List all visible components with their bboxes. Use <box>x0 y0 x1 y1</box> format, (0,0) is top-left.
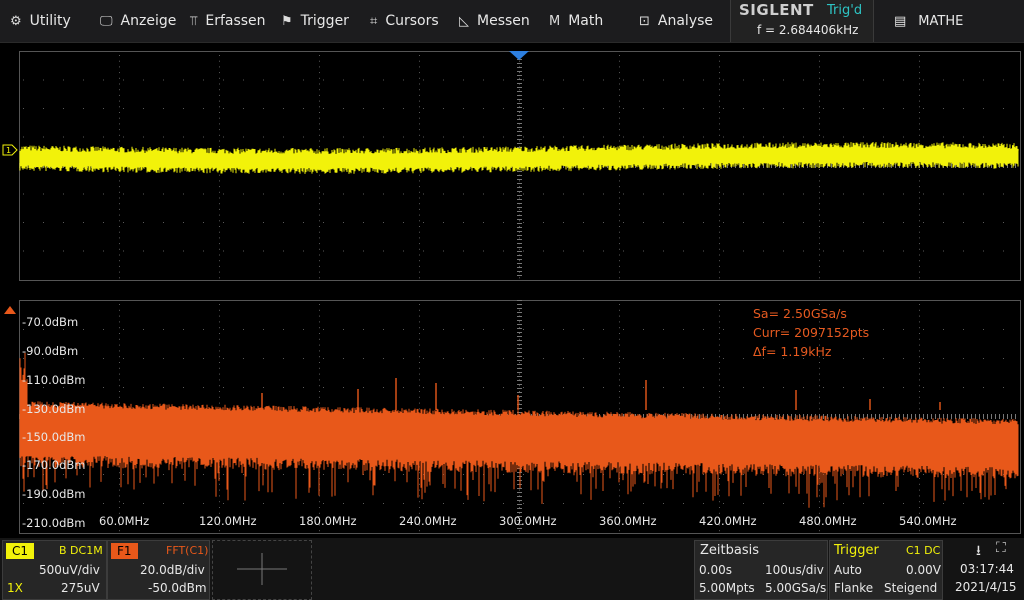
clock-date: 2021/4/15 <box>955 580 1017 594</box>
fft-db-label: -110.0dBm <box>22 373 86 387</box>
fft-freq-label: 300.0MHz <box>499 514 557 528</box>
fft-db-label: -170.0dBm <box>22 458 86 472</box>
timebase-memory-depth: 5.00Mpts <box>699 581 755 595</box>
fft-freq-label: 480.0MHz <box>799 514 857 528</box>
network-icon: ⛶ <box>996 540 1006 556</box>
timebase-sample-rate: 5.00GSa/s <box>765 581 827 595</box>
timebase-time-div: 100us/div <box>765 563 824 577</box>
trigger-title: Trigger <box>834 543 879 558</box>
f1-settings-panel[interactable]: F1 FFT(C1) 20.0dB/div -50.0dBm <box>107 540 210 600</box>
fft-freq-label: 60.0MHz <box>99 514 150 528</box>
ch1-offset: 275uV <box>61 581 100 595</box>
fft-freq-label: 420.0MHz <box>699 514 757 528</box>
fft-freq-label: 240.0MHz <box>399 514 457 528</box>
fft-db-label: -210.0dBm <box>22 516 86 530</box>
clock-time: 03:17:44 <box>960 562 1014 576</box>
trigger-slope: Steigend <box>884 581 938 595</box>
f1-source: FFT(C1) <box>166 544 209 557</box>
ch1-tag: C1 <box>6 543 35 559</box>
f1-tag: F1 <box>111 543 138 559</box>
fft-spikes <box>261 378 941 410</box>
plus-icon <box>237 553 287 585</box>
ch1-coupling: B DC1M <box>59 544 103 557</box>
ch1-settings-panel[interactable]: C1 B DC1M 500uV/div 1X 275uV <box>2 540 107 600</box>
fft-overlay <box>4 300 1019 532</box>
f1-reference: -50.0dBm <box>148 581 207 595</box>
timebase-panel[interactable]: Zeitbasis 0.00s 100us/div 5.00Mpts 5.00G… <box>694 540 828 600</box>
fft-reference-marker[interactable] <box>4 306 16 314</box>
fft-db-label: -70.0dBm <box>22 315 79 329</box>
fft-db-label: -190.0dBm <box>22 487 86 501</box>
timebase-delay: 0.00s <box>699 563 732 577</box>
timebase-title: Zeitbasis <box>700 543 759 558</box>
trigger-mode: Auto <box>834 563 862 577</box>
fft-db-label: -90.0dBm <box>22 344 79 358</box>
fft-freq-label: 540.0MHz <box>899 514 957 528</box>
usb-icon: ⭳ <box>976 543 981 559</box>
fft-db-label: -150.0dBm <box>22 430 86 444</box>
fft-db-label: -130.0dBm <box>22 402 86 416</box>
trigger-source: C1 DC <box>906 544 941 557</box>
trigger-panel[interactable]: Trigger C1 DC Auto 0.00V Flanke Steigend <box>829 540 943 600</box>
ch1-volts-div: 500uV/div <box>39 563 100 577</box>
ch1-probe: 1X <box>7 581 23 595</box>
trigger-level: 0.00V <box>906 563 941 577</box>
add-channel-slot[interactable] <box>212 540 312 600</box>
trigger-type: Flanke <box>834 581 874 595</box>
fft-resolution: Δf= 1.19kHz <box>753 344 832 359</box>
fft-freq-label: 180.0MHz <box>299 514 357 528</box>
f1-scale: 20.0dB/div <box>140 563 205 577</box>
fft-freq-label: 120.0MHz <box>199 514 257 528</box>
fft-freq-label: 360.0MHz <box>599 514 657 528</box>
fft-sample-rate: Sa= 2.50GSa/s <box>753 306 847 321</box>
fft-current-points: Curr= 2097152pts <box>753 325 870 340</box>
